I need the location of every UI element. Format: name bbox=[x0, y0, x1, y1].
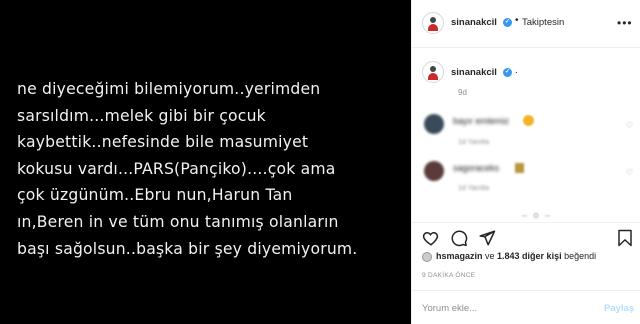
liker-username[interactable]: hsmagazin bbox=[436, 251, 483, 261]
share-icon[interactable] bbox=[478, 229, 496, 247]
comment-text: sagoraceks bbox=[453, 163, 500, 173]
comment-meta: 1d Yanıtla bbox=[458, 139, 489, 146]
header-username[interactable]: sinanakcil bbox=[451, 17, 497, 28]
comment-meta: 1d Yanıtla bbox=[458, 185, 489, 192]
post-time: 9 DAKİKA ÖNCE bbox=[422, 272, 476, 279]
comment-text: bayır emlemiz bbox=[453, 116, 510, 126]
follow-status[interactable]: Takiptesin bbox=[522, 17, 564, 28]
post-text-line: ne diyeceğimi bilemiyorum..yerimden bbox=[17, 80, 321, 98]
comment-avatar[interactable] bbox=[424, 161, 444, 181]
heart-icon[interactable] bbox=[422, 229, 440, 247]
post-text: ne diyeceğimi bilemiyorum..yerimden sars… bbox=[17, 76, 407, 262]
emoji-icon bbox=[523, 115, 534, 126]
liker-avatar[interactable] bbox=[422, 252, 432, 262]
comment-like-icon[interactable]: ♡ bbox=[626, 121, 633, 130]
post-text-line: çok üzgünüm..Ebru nun,Harun Tan bbox=[17, 186, 293, 205]
avatar-head bbox=[430, 66, 436, 72]
post-header: sinanakcil ✓ • Takiptesin ••• bbox=[412, 0, 640, 48]
bookmark-icon[interactable] bbox=[616, 229, 634, 247]
caption-age: 9d bbox=[458, 88, 467, 97]
emoji-icon bbox=[515, 163, 524, 173]
post-text-line: sarsıldım...melek gibi bir çocuk bbox=[17, 106, 266, 125]
likes-text[interactable]: hsmagazin ve 1.843 diğer kişi beğendi bbox=[436, 251, 596, 261]
action-bar bbox=[412, 222, 640, 250]
caption-avatar[interactable] bbox=[422, 61, 444, 83]
caption-text: . bbox=[515, 65, 518, 76]
verified-badge-icon: ✓ bbox=[503, 67, 512, 77]
post-side-panel: sinanakcil ✓ • Takiptesin ••• sinanakcil… bbox=[411, 0, 640, 324]
avatar-body bbox=[428, 24, 438, 31]
likes-suffix: beğendi bbox=[561, 251, 597, 261]
likes-connector: ve bbox=[482, 251, 498, 261]
comment-icon[interactable] bbox=[450, 229, 468, 247]
post-text-line: ın,Beren in ve tüm onu tanımış olanların bbox=[17, 212, 339, 231]
caption-username[interactable]: sinanakcil bbox=[451, 67, 497, 78]
separator-dot: • bbox=[515, 15, 519, 26]
post-comment-button[interactable]: Paylaş bbox=[604, 303, 634, 314]
more-horizontal-icon[interactable]: ••• bbox=[617, 16, 633, 30]
avatar[interactable] bbox=[422, 12, 444, 34]
post-text-line: başı sağolsun..başka bir şey diyemiyorum… bbox=[17, 239, 358, 258]
avatar-head bbox=[430, 17, 436, 23]
comment-input[interactable] bbox=[422, 300, 582, 316]
post-text-line: kaybettik..nefesinde bile masumiyet bbox=[17, 133, 309, 152]
verified-badge-icon: ✓ bbox=[503, 17, 512, 27]
post-image[interactable]: ne diyeceğimi bilemiyorum..yerimden sars… bbox=[0, 0, 411, 324]
comment-like-icon[interactable]: ♡ bbox=[626, 168, 633, 177]
likes-count[interactable]: 1.843 diğer kişi bbox=[497, 251, 562, 261]
avatar-body bbox=[428, 73, 438, 80]
comment-avatar[interactable] bbox=[424, 114, 444, 134]
load-more-comments[interactable]: – o – bbox=[522, 210, 552, 220]
comment-box: Paylaş bbox=[412, 290, 640, 324]
post-text-line: kokusu vardı...PARS(Pançiko)....çok ama bbox=[17, 159, 336, 178]
